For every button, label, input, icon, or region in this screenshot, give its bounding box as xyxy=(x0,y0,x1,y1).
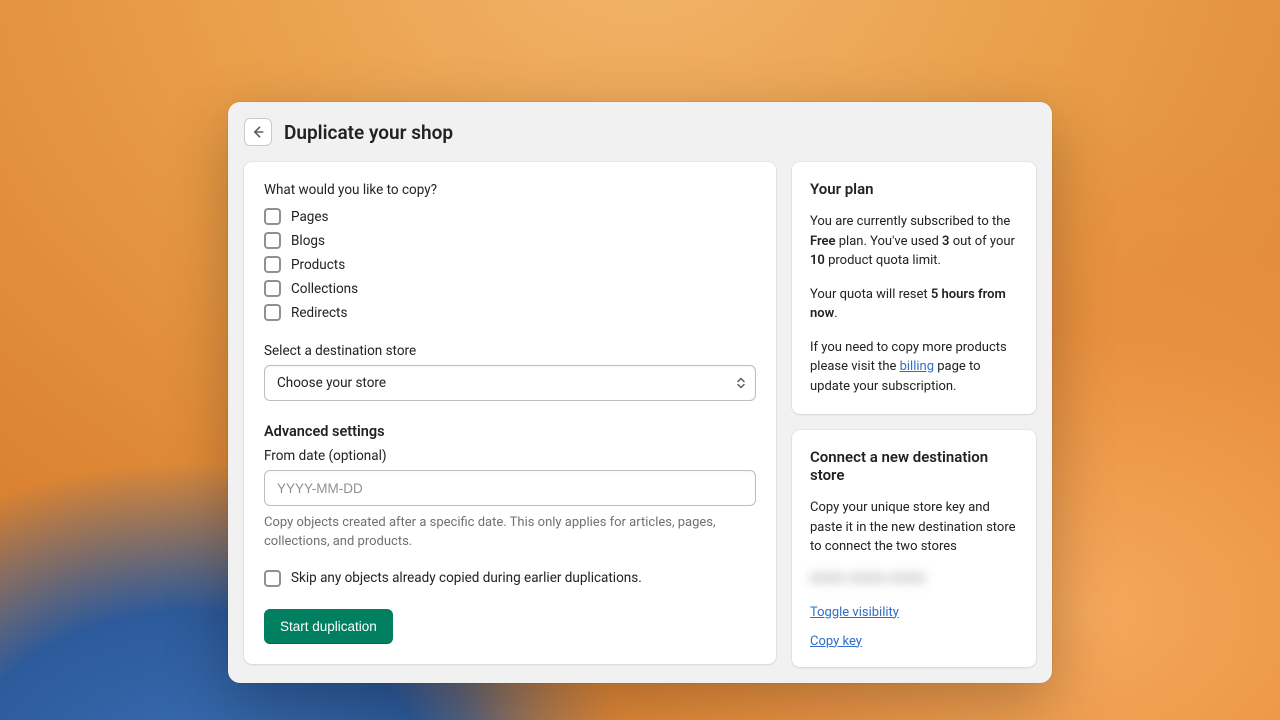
copy-key-link[interactable]: Copy key xyxy=(810,634,862,649)
connect-desc: Copy your unique store key and paste it … xyxy=(810,498,1018,557)
checkbox-label: Redirects xyxy=(291,305,347,321)
destination-select[interactable]: Choose your store xyxy=(264,365,756,401)
connect-heading: Connect a new destination store xyxy=(810,448,1018,484)
plan-status-text: You are currently subscribed to the Free… xyxy=(810,212,1018,271)
billing-text: If you need to copy more products please… xyxy=(810,338,1018,397)
checkbox-icon xyxy=(264,570,281,587)
plan-heading: Your plan xyxy=(810,180,1018,198)
desktop-background: Duplicate your shop What would you like … xyxy=(0,0,1280,720)
checkbox-label: Collections xyxy=(291,281,358,297)
select-value: Choose your store xyxy=(277,375,386,391)
checkbox-label: Pages xyxy=(291,209,329,225)
back-button[interactable] xyxy=(244,118,272,146)
checkbox-blogs[interactable]: Blogs xyxy=(264,232,756,249)
app-window: Duplicate your shop What would you like … xyxy=(228,102,1052,683)
content-area: What would you like to copy? Pages Blogs… xyxy=(244,162,1036,667)
toggle-visibility-link[interactable]: Toggle visibility xyxy=(810,605,899,620)
from-date-label: From date (optional) xyxy=(264,448,756,464)
checkbox-icon xyxy=(264,256,281,273)
sidebar: Your plan You are currently subscribed t… xyxy=(792,162,1036,667)
copy-options-list: Pages Blogs Products Collections xyxy=(264,208,756,321)
from-date-help: Copy objects created after a specific da… xyxy=(264,514,756,552)
checkbox-products[interactable]: Products xyxy=(264,256,756,273)
page-title: Duplicate your shop xyxy=(284,121,453,144)
checkbox-icon xyxy=(264,232,281,249)
checkbox-skip-duplicates[interactable]: Skip any objects already copied during e… xyxy=(264,570,756,587)
checkbox-collections[interactable]: Collections xyxy=(264,280,756,297)
quota-total: 10 xyxy=(810,253,825,268)
arrow-left-icon xyxy=(250,124,266,140)
store-key-masked: 0000-0000-0000 xyxy=(810,571,1018,587)
checkbox-icon xyxy=(264,304,281,321)
checkbox-label: Blogs xyxy=(291,233,325,249)
duplicate-form-card: What would you like to copy? Pages Blogs… xyxy=(244,162,776,664)
page-header: Duplicate your shop xyxy=(244,118,1036,146)
destination-label: Select a destination store xyxy=(264,343,756,359)
select-chevrons-icon xyxy=(737,378,745,389)
billing-link[interactable]: billing xyxy=(900,359,934,374)
start-duplication-button[interactable]: Start duplication xyxy=(264,609,393,644)
checkbox-label: Skip any objects already copied during e… xyxy=(291,570,642,586)
quota-reset-text: Your quota will reset 5 hours from now. xyxy=(810,285,1018,324)
checkbox-label: Products xyxy=(291,257,345,273)
connect-card: Connect a new destination store Copy you… xyxy=(792,430,1036,667)
checkbox-icon xyxy=(264,280,281,297)
checkbox-redirects[interactable]: Redirects xyxy=(264,304,756,321)
advanced-heading: Advanced settings xyxy=(264,423,756,440)
copy-prompt-label: What would you like to copy? xyxy=(264,182,756,198)
checkbox-icon xyxy=(264,208,281,225)
checkbox-pages[interactable]: Pages xyxy=(264,208,756,225)
plan-card: Your plan You are currently subscribed t… xyxy=(792,162,1036,414)
plan-name: Free xyxy=(810,234,836,249)
from-date-input[interactable] xyxy=(264,470,756,506)
